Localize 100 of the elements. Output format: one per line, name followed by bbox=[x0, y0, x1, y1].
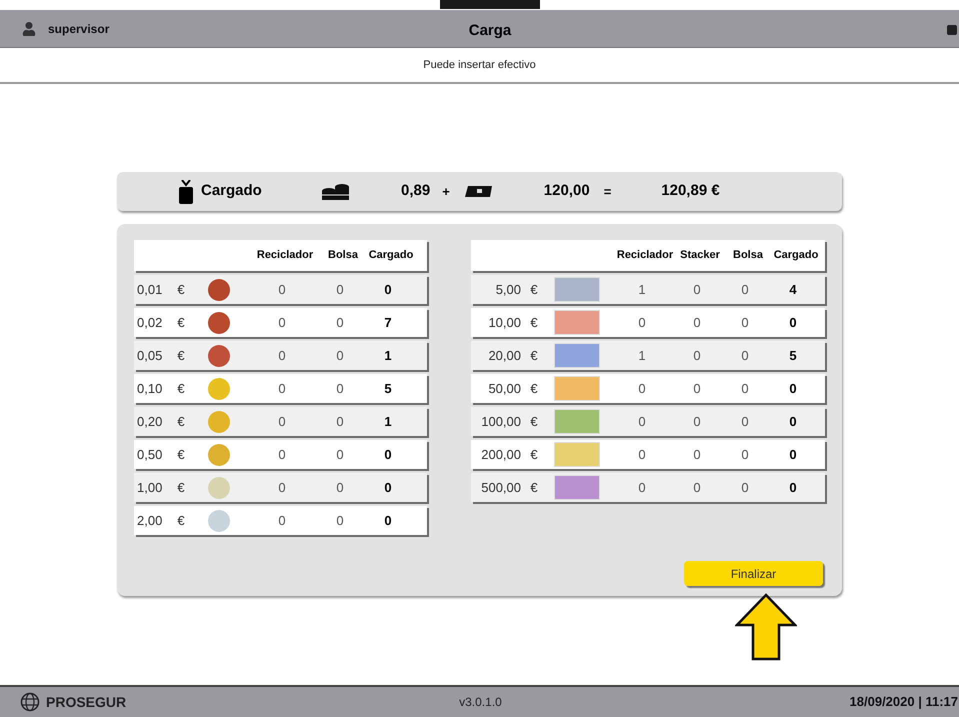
brand-name: PROSEGUR bbox=[46, 692, 126, 712]
table-cell-text: 0 bbox=[788, 478, 798, 497]
table-cell-text: 0 bbox=[277, 446, 287, 464]
status-message: Puede insertar efectivo bbox=[423, 58, 536, 73]
denomination: 0,01 bbox=[136, 280, 164, 299]
currency-symbol: € bbox=[176, 314, 186, 332]
denomination: 0,05 bbox=[136, 346, 164, 365]
banknotes-icon bbox=[464, 184, 494, 198]
currency-symbol: € bbox=[529, 412, 539, 431]
date-time: 18/09/2020 | 11:17 bbox=[850, 693, 958, 712]
plus-sign: + bbox=[442, 182, 450, 201]
currency-symbol: € bbox=[176, 346, 186, 365]
table-cell-text: 0 bbox=[335, 280, 345, 299]
table-cell-text: 1 bbox=[637, 280, 647, 299]
denomination: 2,00 bbox=[136, 512, 164, 530]
currency-symbol: € bbox=[176, 280, 186, 299]
table-cell-text: 0 bbox=[277, 346, 287, 365]
table-cell-text: 0 bbox=[277, 412, 287, 431]
table-cell-text: 0 bbox=[788, 314, 798, 332]
denomination: 5,00 bbox=[494, 280, 521, 299]
table-cell-text: 0 bbox=[335, 446, 345, 464]
table-cell-text: 0 bbox=[692, 412, 702, 431]
table-cell-text: 0 bbox=[740, 380, 750, 398]
summary-label: Cargado bbox=[201, 181, 263, 202]
column-header: Cargado bbox=[368, 248, 414, 264]
table-cell-text: 0 bbox=[637, 380, 647, 398]
currency-symbol: € bbox=[529, 446, 539, 464]
table-cell-text: 0 bbox=[335, 412, 345, 431]
table-cell-text: 0 bbox=[740, 412, 750, 431]
table-cell-text: 7 bbox=[383, 314, 393, 332]
finish-button[interactable]: Finalizar bbox=[684, 561, 823, 586]
table-cell-text: 0 bbox=[692, 478, 702, 497]
table-cell-text: 0 bbox=[788, 380, 798, 398]
denomination: 500,00 bbox=[480, 478, 521, 497]
table-cell-text: 0 bbox=[277, 280, 287, 299]
table-cell-text: 0 bbox=[383, 478, 393, 497]
column-header: Cargado bbox=[772, 248, 820, 264]
currency-symbol: € bbox=[529, 380, 539, 398]
currency-symbol: € bbox=[176, 446, 186, 464]
up-arrow-icon bbox=[734, 593, 796, 661]
table-cell-text: 0 bbox=[692, 314, 702, 332]
currency-symbol: € bbox=[529, 280, 539, 299]
column-header: Bolsa bbox=[732, 248, 764, 264]
table-cell-text: 0 bbox=[637, 412, 647, 431]
table-cell-text: 0 bbox=[277, 512, 287, 530]
column-header: Bolsa bbox=[327, 248, 359, 264]
denomination: 0,02 bbox=[136, 314, 164, 332]
table-cell-text: 0 bbox=[335, 512, 345, 530]
version-label: v3.0.1.0 bbox=[459, 694, 502, 711]
table-cell-text: 0 bbox=[692, 346, 702, 365]
table-cell-text: 1 bbox=[383, 346, 393, 365]
table-cell-text: 0 bbox=[740, 314, 750, 332]
table-cell-text: 0 bbox=[335, 314, 345, 332]
table-cell-text: 0 bbox=[740, 446, 750, 464]
table-cell-text: 4 bbox=[788, 280, 798, 299]
table-cell-text: 0 bbox=[277, 380, 287, 398]
denomination: 10,00 bbox=[487, 314, 521, 332]
currency-symbol: € bbox=[176, 478, 186, 497]
user-icon bbox=[22, 22, 36, 36]
denomination: 0,20 bbox=[136, 412, 164, 431]
table-cell-text: 0 bbox=[277, 314, 287, 332]
grand-total: 120,89 € bbox=[661, 181, 720, 202]
column-header: Stacker bbox=[679, 248, 721, 264]
globe-icon bbox=[20, 692, 40, 712]
coins-total: 0,89 bbox=[401, 181, 430, 202]
table-cell-text: 5 bbox=[788, 346, 798, 365]
screen-title: Carga bbox=[468, 21, 512, 41]
table-cell-text: 0 bbox=[383, 280, 393, 299]
currency-symbol: € bbox=[176, 380, 186, 398]
denomination: 0,50 bbox=[136, 446, 164, 464]
denomination: 0,10 bbox=[136, 380, 164, 398]
notes-total: 120,00 bbox=[544, 181, 590, 202]
table-cell-text: 0 bbox=[788, 446, 798, 464]
table-cell-text: 0 bbox=[335, 478, 345, 497]
table-cell-text: 0 bbox=[383, 512, 393, 530]
table-cell-text: 0 bbox=[740, 478, 750, 497]
denomination: 100,00 bbox=[480, 412, 521, 431]
currency-symbol: € bbox=[176, 412, 186, 431]
table-cell-text: 0 bbox=[335, 346, 345, 365]
column-header: Reciclador bbox=[256, 248, 314, 264]
table-cell-text: 0 bbox=[637, 314, 647, 332]
table-cell-text: 0 bbox=[740, 346, 750, 365]
denomination: 50,00 bbox=[487, 380, 521, 398]
table-cell-text: 0 bbox=[692, 380, 702, 398]
currency-symbol: € bbox=[529, 478, 539, 497]
equals-sign: = bbox=[604, 182, 612, 201]
denomination: 200,00 bbox=[480, 446, 521, 464]
table-cell-text: 0 bbox=[692, 446, 702, 464]
table-cell-text: 0 bbox=[277, 478, 287, 497]
user-name: supervisor bbox=[48, 20, 110, 38]
table-cell-text: 0 bbox=[383, 446, 393, 464]
currency-symbol: € bbox=[529, 346, 539, 365]
table-cell-text: 0 bbox=[637, 478, 647, 497]
column-header: Reciclador bbox=[616, 248, 674, 264]
table-cell-text: 0 bbox=[637, 446, 647, 464]
currency-symbol: € bbox=[529, 314, 539, 332]
table-cell-text: 0 bbox=[692, 280, 702, 299]
table-cell-text: 1 bbox=[637, 346, 647, 365]
denomination: 1,00 bbox=[136, 478, 164, 497]
table-cell-text: 5 bbox=[383, 380, 393, 398]
